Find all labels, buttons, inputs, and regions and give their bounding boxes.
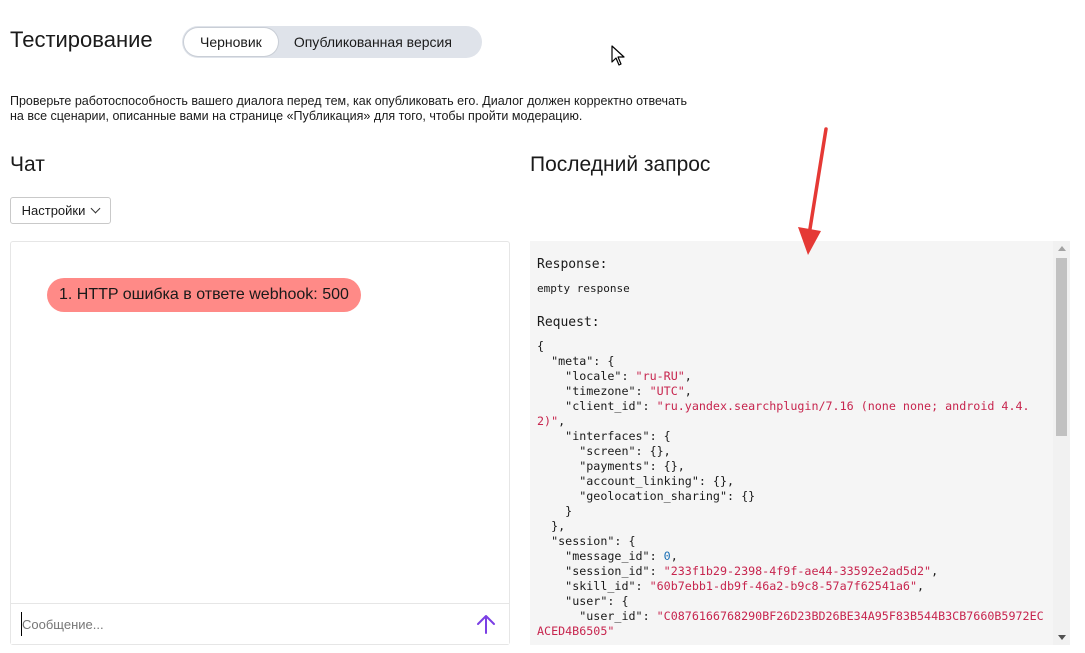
- json-line: "timezone": "UTC",: [537, 384, 692, 398]
- json-line: "user_id": "C0876166768290BF26D23BD26BE3…: [537, 609, 1044, 638]
- json-line: "locale": "ru-RU",: [537, 369, 692, 383]
- json-line: "interfaces": {: [537, 429, 671, 443]
- annotation-arrow-icon: [798, 127, 828, 255]
- json-line: {: [537, 339, 545, 353]
- response-value: empty response: [537, 282, 630, 295]
- tab-published-version[interactable]: Опубликованная версия: [278, 28, 468, 56]
- arrow-up-icon: [477, 615, 495, 634]
- json-line: "meta": {: [537, 354, 615, 368]
- settings-dropdown-button[interactable]: Настройки: [10, 197, 111, 224]
- page-description: Проверьте работоспособность вашего диало…: [10, 94, 687, 123]
- scroll-down-icon[interactable]: [1058, 635, 1066, 640]
- last-request-title: Последний запрос: [530, 153, 711, 176]
- request-json: { "meta": { "locale": "ru-RU", "timezone…: [537, 339, 1047, 639]
- json-line: "account_linking": {},: [537, 474, 735, 488]
- scroll-thumb[interactable]: [1056, 258, 1067, 436]
- last-request-panel: Response: empty response Request: { "met…: [530, 241, 1070, 645]
- json-line: "payments": {},: [537, 459, 685, 473]
- page-title: Тестирование: [10, 27, 153, 52]
- chat-panel: 1. HTTP ошибка в ответе webhook: 500: [10, 241, 510, 645]
- chevron-down-icon: [90, 203, 101, 214]
- json-line: "user": {: [537, 594, 629, 608]
- request-content: Response: empty response Request: { "met…: [537, 255, 1047, 639]
- json-line: "session": {: [537, 534, 636, 548]
- message-input[interactable]: [21, 612, 462, 636]
- chat-title: Чат: [10, 153, 45, 176]
- json-line: }: [537, 504, 573, 518]
- settings-label: Настройки: [21, 203, 86, 218]
- version-switch: Черновик Опубликованная версия: [182, 26, 482, 58]
- json-line: "geolocation_sharing": {}: [537, 489, 756, 503]
- json-line: "message_id": 0,: [537, 549, 678, 563]
- json-line: "client_id": "ru.yandex.searchplugin/7.1…: [537, 399, 1030, 428]
- chat-input-bar: [11, 603, 509, 644]
- scrollbar[interactable]: [1053, 241, 1070, 645]
- json-line: "skill_id": "60b7ebb1-db9f-46a2-b9c8-57a…: [537, 579, 925, 593]
- tab-draft[interactable]: Черновик: [184, 28, 278, 56]
- json-line: "session_id": "233f1b29-2398-4f9f-ae44-3…: [537, 564, 939, 578]
- error-message-bubble: 1. HTTP ошибка в ответе webhook: 500: [47, 278, 361, 312]
- send-button[interactable]: [475, 613, 497, 635]
- json-line: },: [537, 519, 566, 533]
- mouse-cursor-icon: [611, 45, 625, 66]
- json-line: "screen": {},: [537, 444, 671, 458]
- request-label: Request:: [537, 315, 600, 330]
- scroll-up-icon[interactable]: [1058, 246, 1066, 251]
